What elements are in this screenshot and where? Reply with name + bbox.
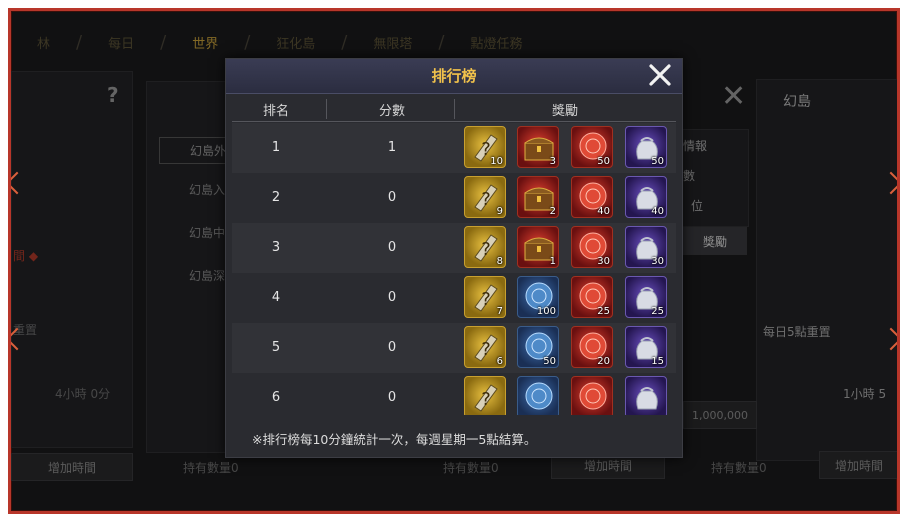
reward-count: 10: [490, 156, 503, 167]
table-row: 6 0?: [232, 373, 676, 415]
treasure-chest-icon[interactable]: 3: [517, 126, 559, 168]
silver-bag-icon[interactable]: 30: [625, 226, 667, 268]
modal-header: 排行榜: [226, 59, 682, 94]
gold-scroll-icon[interactable]: ?: [464, 376, 506, 415]
reward-count: 15: [651, 356, 664, 367]
gold-scroll-icon[interactable]: ? 6: [464, 326, 506, 368]
table-row: 1 1 ? 10 3 50 50: [232, 123, 676, 173]
blue-coin-icon[interactable]: 100: [517, 276, 559, 318]
table-row: 2 0? 9 2 40 40: [232, 173, 676, 223]
treasure-chest-icon[interactable]: 2: [517, 176, 559, 218]
gold-scroll-icon[interactable]: ? 7: [464, 276, 506, 318]
ranking-table[interactable]: 1 1? 10 3 50 50 2 0? 9 2 40 40 3 0? 8 1 30 30 4 0? 7 100 25 25 5…: [232, 123, 676, 415]
score-cell: 1: [387, 140, 397, 155]
reward-count: 8: [496, 256, 503, 267]
rank-cell: 2: [271, 190, 281, 205]
reward-count: 9: [496, 206, 503, 217]
score-column-header: 分數: [378, 104, 405, 119]
table-row: 5 0? 6 50 20 15: [232, 323, 676, 373]
close-icon[interactable]: [648, 63, 672, 87]
reward-count: 50: [543, 356, 556, 367]
table-header: 排名 分數 獎勵: [232, 97, 676, 122]
treasure-chest-icon[interactable]: 1: [517, 226, 559, 268]
table-row: 3 0? 8 1 30 30: [232, 223, 676, 273]
gold-scroll-icon[interactable]: ? 9: [464, 176, 506, 218]
svg-text:?: ?: [481, 389, 491, 410]
reward-count: 30: [597, 256, 610, 267]
svg-text:?: ?: [481, 239, 491, 260]
score-cell: 0: [387, 390, 397, 405]
modal-title: 排行榜: [431, 67, 477, 85]
reward-count: 30: [651, 256, 664, 267]
reward-count: 6: [496, 356, 503, 367]
svg-text:?: ?: [481, 189, 491, 210]
rank-cell: 5: [271, 340, 281, 355]
rank-cell: 3: [271, 240, 281, 255]
silver-bag-icon[interactable]: 15: [625, 326, 667, 368]
svg-text:?: ?: [481, 339, 491, 360]
reward-count: 50: [651, 156, 664, 167]
reward-column-header: 獎勵: [551, 104, 578, 119]
gold-scroll-icon[interactable]: ? 8: [464, 226, 506, 268]
reward-count: 1: [549, 256, 556, 267]
score-cell: 0: [387, 290, 397, 305]
ranking-note: ※排行榜每10分鐘統計一次，每週星期一5點結算。: [252, 432, 537, 447]
reward-count: 40: [651, 206, 664, 217]
table-row: 4 0? 7 100 25 25: [232, 273, 676, 323]
rank-cell: 6: [271, 390, 281, 405]
red-coin-icon[interactable]: 50: [571, 126, 613, 168]
reward-count: 25: [651, 306, 664, 317]
rank-cell: 4: [271, 290, 281, 305]
red-coin-icon[interactable]: [571, 376, 613, 415]
rank-column-header: 排名: [262, 104, 289, 119]
silver-bag-icon[interactable]: 25: [625, 276, 667, 318]
score-cell: 0: [387, 340, 397, 355]
reward-count: 20: [597, 356, 610, 367]
reward-count: 7: [496, 306, 503, 317]
reward-count: 3: [549, 156, 556, 167]
red-coin-icon[interactable]: 20: [571, 326, 613, 368]
svg-text:?: ?: [481, 289, 491, 310]
score-cell: 0: [387, 190, 397, 205]
silver-bag-icon[interactable]: 50: [625, 126, 667, 168]
reward-count: 2: [549, 206, 556, 217]
silver-bag-icon[interactable]: 40: [625, 176, 667, 218]
blue-coin-icon[interactable]: [517, 376, 559, 415]
reward-count: 40: [597, 206, 610, 217]
rank-cell: 1: [271, 140, 281, 155]
reward-count: 25: [597, 306, 610, 317]
gold-scroll-icon[interactable]: ? 10: [464, 126, 506, 168]
red-coin-icon[interactable]: 40: [571, 176, 613, 218]
red-coin-icon[interactable]: 30: [571, 226, 613, 268]
silver-bag-icon[interactable]: [625, 376, 667, 415]
score-cell: 0: [387, 240, 397, 255]
ranking-modal: 排行榜 排名 分數 獎勵 1 1? 10 3 50 50 2 0? 9 2 40 40 3 0? 8 1 30 3…: [225, 58, 683, 458]
reward-count: 50: [597, 156, 610, 167]
reward-count: 100: [536, 306, 556, 317]
red-coin-icon[interactable]: 25: [571, 276, 613, 318]
blue-coin-icon[interactable]: 50: [517, 326, 559, 368]
